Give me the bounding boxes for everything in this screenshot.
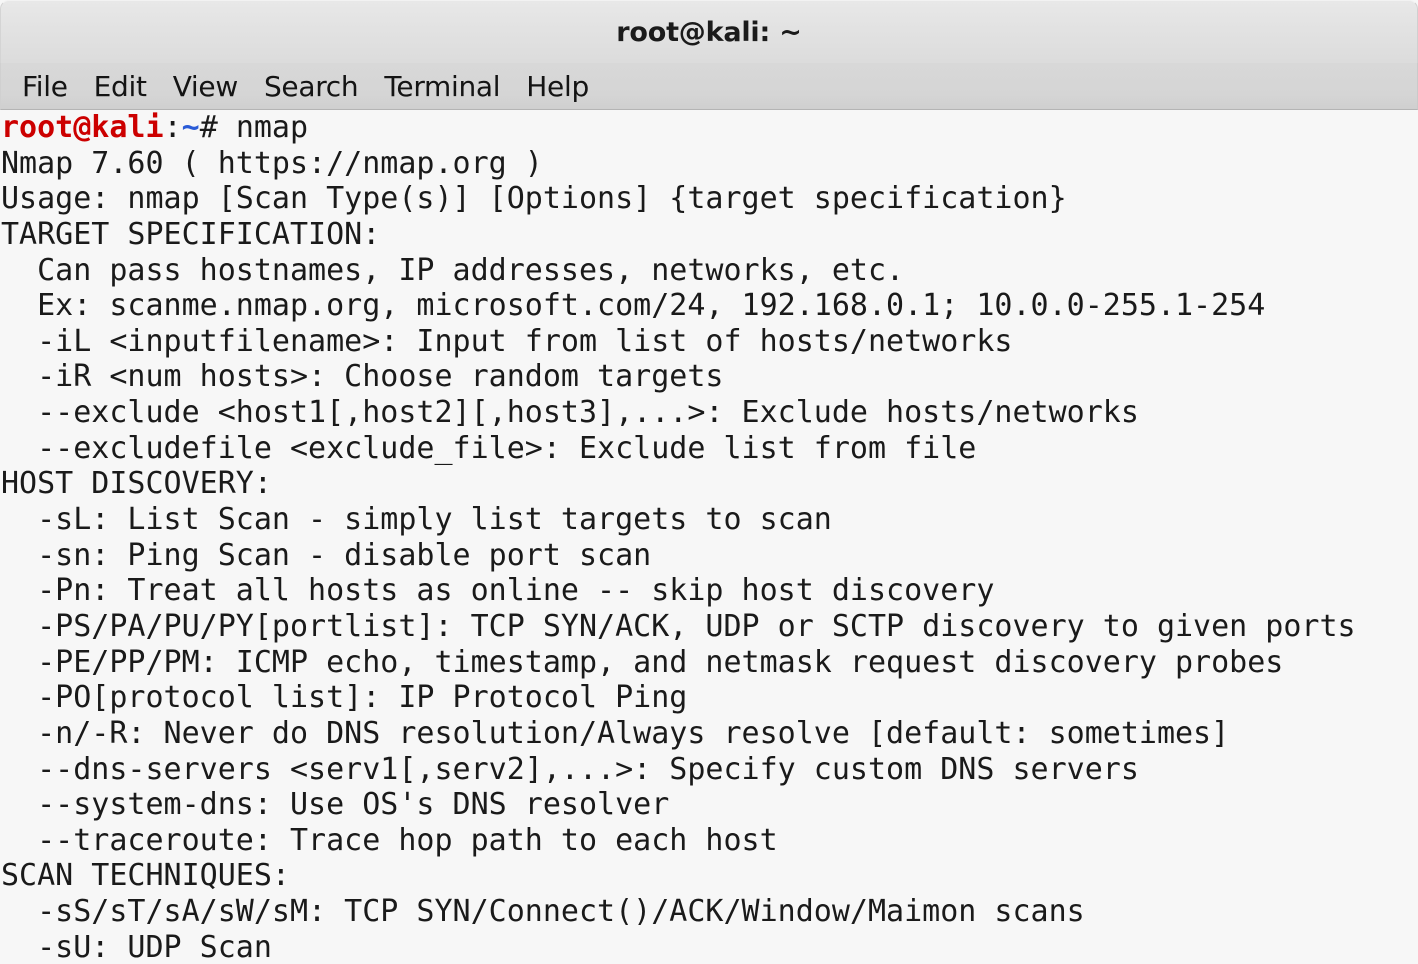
terminal-line: --system-dns: Use OS's DNS resolver xyxy=(1,787,670,823)
terminal-line: --excludefile <exclude_file>: Exclude li… xyxy=(1,430,977,466)
terminal-line: -iL <inputfilename>: Input from list of … xyxy=(1,323,1013,359)
terminal-line: -iR <num hosts>: Choose random targets xyxy=(1,359,724,395)
terminal-prompt-line: root@kali:~# nmap xyxy=(0,110,1418,146)
prompt-command: nmap xyxy=(235,110,309,145)
terminal-line: -PS/PA/PU/PY[portlist]: TCP SYN/ACK, UDP… xyxy=(1,608,1356,644)
terminal-line: --traceroute: Trace hop path to each hos… xyxy=(1,822,778,858)
terminal-output-area[interactable]: root@kali:~# nmap Nmap 7.60 ( https://nm… xyxy=(0,110,1418,964)
terminal-line: Usage: nmap [Scan Type(s)] [Options] {ta… xyxy=(1,181,1067,217)
terminal-line: TARGET SPECIFICATION: xyxy=(1,216,381,252)
terminal-line: --exclude <host1[,host2][,host3],...>: E… xyxy=(1,395,1139,431)
terminal-line: HOST DISCOVERY: xyxy=(1,466,272,502)
terminal-line: -PE/PP/PM: ICMP echo, timestamp, and net… xyxy=(1,644,1284,680)
terminal-line: -Pn: Treat all hosts as online -- skip h… xyxy=(1,573,995,609)
menu-item-help[interactable]: Help xyxy=(513,64,602,109)
terminal-line-list: root@kali:~# nmap Nmap 7.60 ( https://nm… xyxy=(0,110,1418,964)
menubar: File Edit View Search Terminal Help xyxy=(0,63,1418,110)
terminal-line: -PO[protocol list]: IP Protocol Ping xyxy=(1,680,688,716)
prompt-colon: : xyxy=(163,110,182,145)
terminal-line: -sU: UDP Scan xyxy=(1,929,272,964)
menu-item-edit[interactable]: Edit xyxy=(81,64,160,109)
terminal-line: SCAN TECHNIQUES: xyxy=(1,858,290,894)
terminal-window: root@kali: ~ File Edit View Search Termi… xyxy=(0,0,1418,964)
menu-item-view[interactable]: View xyxy=(160,64,251,109)
menu-item-file[interactable]: File xyxy=(9,64,81,109)
prompt-user-host: root@kali xyxy=(1,110,164,145)
terminal-line: -sS/sT/sA/sW/sM: TCP SYN/Connect()/ACK/W… xyxy=(1,894,1085,930)
window-titlebar[interactable]: root@kali: ~ xyxy=(0,0,1418,63)
prompt-sigil: # xyxy=(199,110,236,145)
terminal-line: Can pass hostnames, IP addresses, networ… xyxy=(1,252,905,288)
terminal-line: -sn: Ping Scan - disable port scan xyxy=(1,537,652,573)
window-title: root@kali: ~ xyxy=(616,17,802,48)
terminal-line: -sL: List Scan - simply list targets to … xyxy=(1,502,832,538)
menu-item-search[interactable]: Search xyxy=(251,64,371,109)
terminal-line: --dns-servers <serv1[,serv2],...>: Speci… xyxy=(1,751,1139,787)
prompt-path: ~ xyxy=(181,110,200,145)
terminal-line: -n/-R: Never do DNS resolution/Always re… xyxy=(1,715,1230,751)
terminal-line: Nmap 7.60 ( https://nmap.org ) xyxy=(1,145,543,181)
menu-item-terminal[interactable]: Terminal xyxy=(371,64,513,109)
terminal-line: Ex: scanme.nmap.org, microsoft.com/24, 1… xyxy=(1,288,1266,324)
